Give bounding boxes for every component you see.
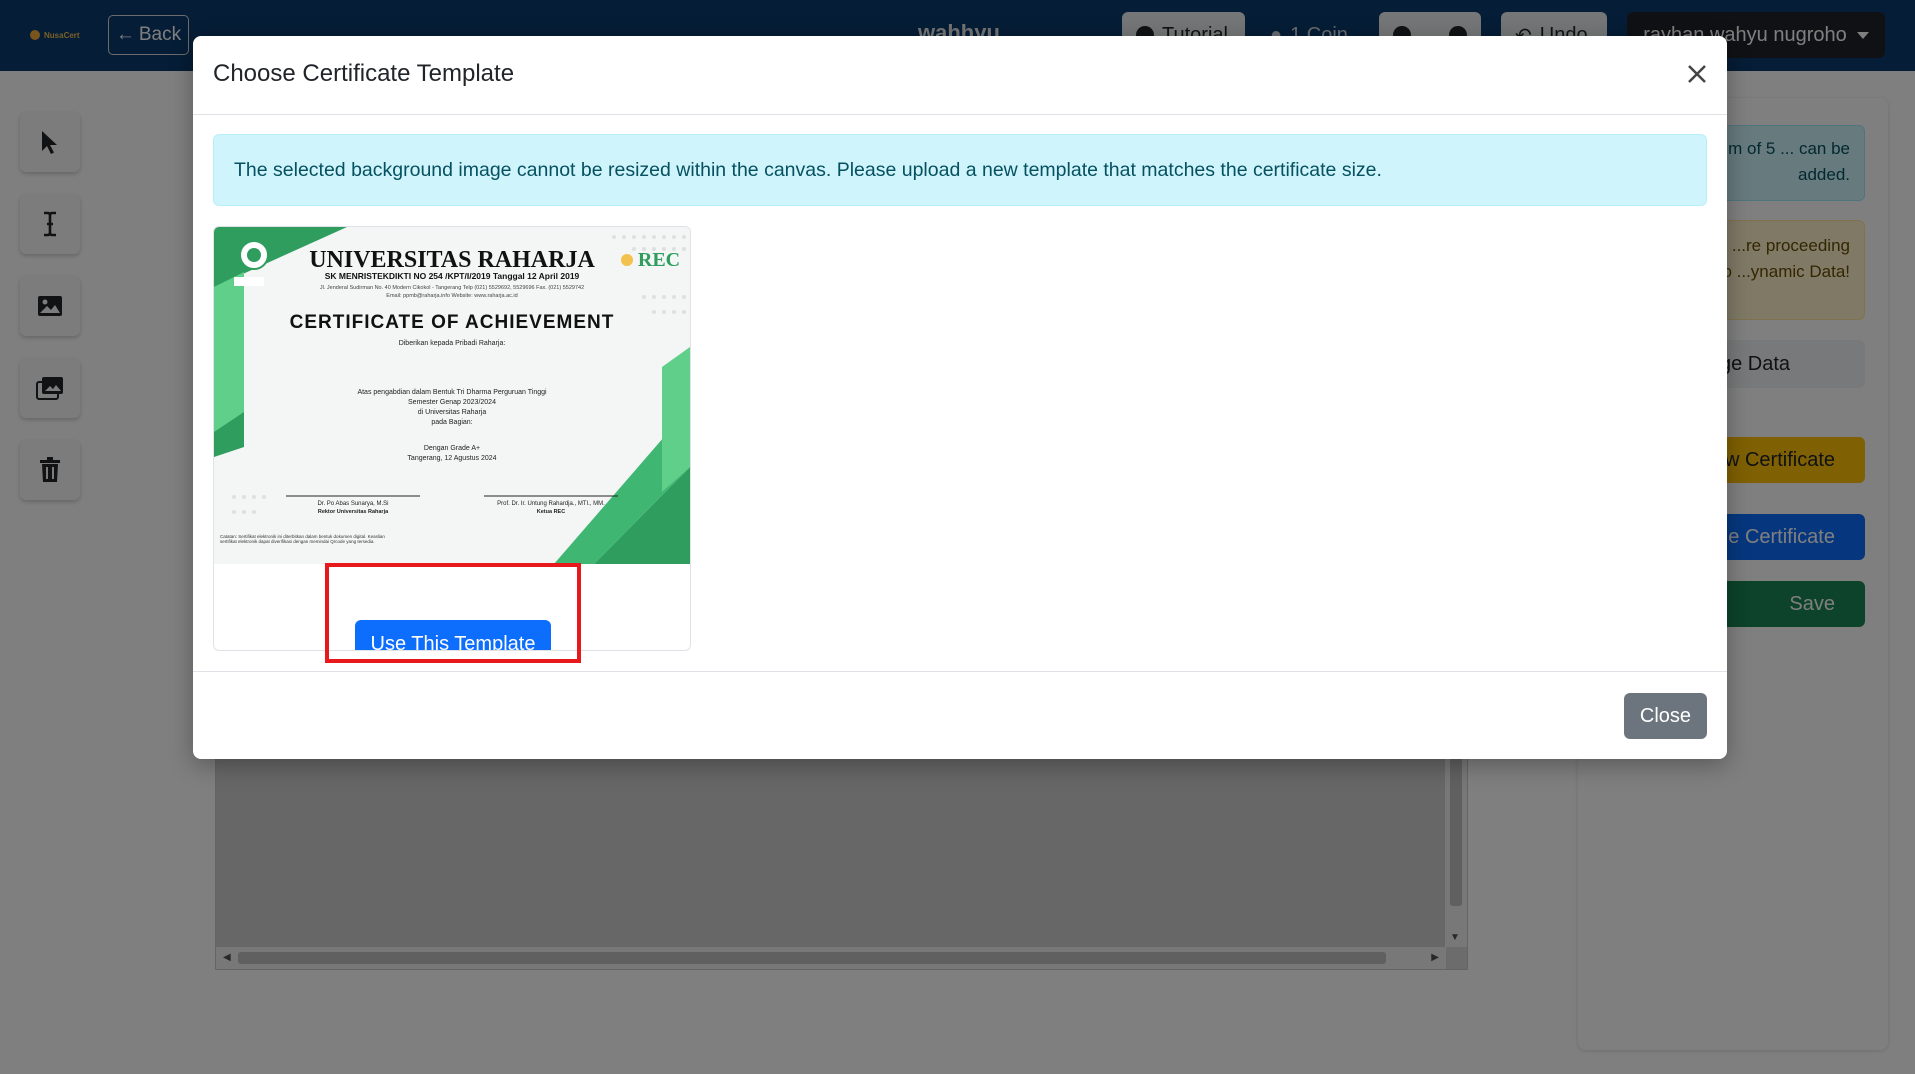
cert-given-to: Diberikan kepada Pribadi Raharja: [399, 340, 506, 347]
modal-footer [193, 671, 1727, 759]
cert-heading: CERTIFICATE OF ACHIEVEMENT [290, 312, 615, 333]
choose-template-modal: Choose Certificate Template The selected… [193, 36, 1727, 759]
modal-header: Choose Certificate Template [193, 36, 1727, 115]
cert-decree: SK MENRISTEKDIKTI NO 254 /KPT/I/2019 Tan… [325, 271, 580, 281]
cert-sign1-name: Dr. Po Abas Sunarya, M.Si [317, 501, 388, 507]
cert-sign2-name: Prof. Dr. Ir. Untung Rahardja., MTI., MM… [497, 501, 605, 507]
cert-line4: pada Bagian: [431, 419, 472, 426]
cert-line2: Semester Genap 2023/2024 [408, 399, 496, 406]
close-icon[interactable] [1681, 58, 1713, 90]
close-button[interactable]: Close [1624, 693, 1707, 739]
cert-contact: Email: ppmb@raharja.info Website: www.ra… [386, 293, 517, 299]
cert-place-date: Tangerang, 12 Agustus 2024 [407, 455, 496, 462]
alert-text: The selected background image cannot be … [234, 158, 1382, 181]
resize-info-alert: The selected background image cannot be … [213, 134, 1707, 206]
cert-note: Catatan: Sertifikat elektronik ini diter… [220, 534, 385, 544]
certificate-template-thumbnail: UNIVERSITAS RAHARJA REC SK MENRISTEKDIKT… [214, 227, 690, 564]
cert-grade: Dengan Grade A+ [424, 445, 480, 452]
cert-address: Jl. Jenderal Sudirman No. 40 Modern Ciko… [320, 285, 584, 291]
cert-line1: Atas pengabdian dalam Bentuk Tri Dharma … [357, 389, 547, 396]
cert-sign2-role: Ketua REC [537, 509, 565, 515]
cert-badge: REC [638, 249, 680, 271]
modal-title: Choose Certificate Template [213, 60, 515, 87]
cert-sign1-role: Rektor Universitas Raharja [318, 509, 389, 515]
cert-line3: di Universitas Raharja [418, 409, 487, 416]
cert-university: UNIVERSITAS RAHARJA [309, 247, 595, 273]
highlight-box [325, 563, 581, 663]
